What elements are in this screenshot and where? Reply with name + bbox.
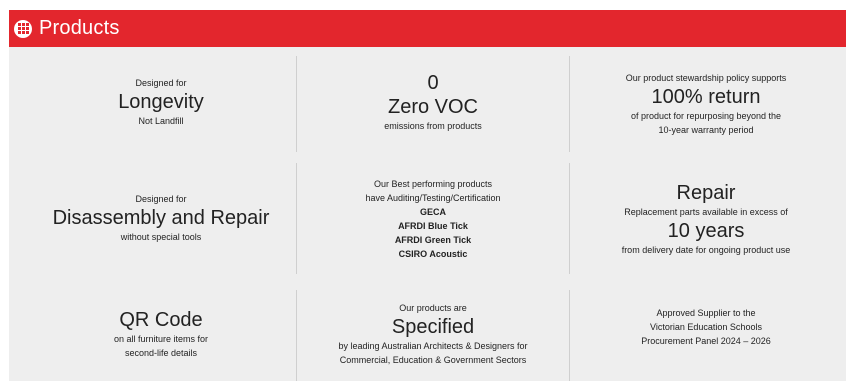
- feature-approved-supplier: Approved Supplier to the Victorian Educa…: [570, 304, 842, 350]
- feature-disassembly: Designed for Disassembly and Repair with…: [25, 186, 297, 250]
- feature-repair: Repair Replacement parts available in ex…: [570, 176, 842, 262]
- feature-pre: Designed for: [135, 194, 187, 204]
- feature-post: Commercial, Education & Government Secto…: [339, 355, 527, 365]
- feature-line: Approved Supplier to the: [656, 308, 756, 318]
- feature-post: emissions from products: [384, 121, 482, 131]
- feature-line: have Auditing/Testing/Certification: [365, 193, 501, 203]
- feature-pre: Our product stewardship policy supports: [625, 73, 787, 83]
- feature-title: Zero VOC: [387, 96, 479, 118]
- feature-number: 0: [427, 72, 439, 94]
- certification-afrdi-green: AFRDI Green Tick: [394, 235, 472, 245]
- feature-line: Victorian Education Schools: [650, 322, 762, 332]
- page-title: Products: [39, 17, 120, 39]
- feature-title: QR Code: [119, 309, 203, 331]
- certification-afrdi-blue: AFRDI Blue Tick: [398, 221, 468, 231]
- feature-title: Disassembly and Repair: [52, 207, 270, 229]
- feature-mid: Replacement parts available in excess of: [624, 207, 788, 217]
- feature-longevity: Designed for Longevity Not Landfill: [25, 68, 297, 136]
- feature-post: 10-year warranty period: [658, 125, 754, 135]
- certification-geca: GECA: [419, 207, 446, 217]
- feature-100-return: Our product stewardship policy supports …: [570, 65, 842, 143]
- feature-line: Our Best performing products: [373, 179, 493, 189]
- feature-pre: Designed for: [135, 78, 187, 88]
- feature-title: Longevity: [118, 91, 204, 113]
- feature-post: Not Landfill: [138, 116, 184, 126]
- feature-qr-code: QR Code on all furniture items for secon…: [25, 306, 297, 362]
- feature-zero-voc: 0 Zero VOC emissions from products: [297, 68, 569, 136]
- feature-post: of product for repurposing beyond the: [630, 111, 782, 121]
- feature-title: 10 years: [667, 220, 745, 242]
- feature-post: by leading Australian Architects & Desig…: [338, 341, 528, 351]
- grid-icon: [14, 19, 32, 38]
- feature-post: second-life details: [124, 348, 198, 358]
- feature-post: without special tools: [120, 232, 202, 242]
- products-header: Products: [9, 10, 846, 47]
- feature-certification: Our Best performing products have Auditi…: [297, 174, 569, 264]
- products-panel: Products Designed for Longevity Not Land…: [9, 10, 846, 381]
- feature-line: Procurement Panel 2024 – 2026: [641, 336, 771, 346]
- feature-title: Specified: [391, 316, 475, 338]
- feature-post: from delivery date for ongoing product u…: [621, 245, 791, 255]
- feature-title: 100% return: [651, 86, 761, 108]
- certification-csiro: CSIRO Acoustic: [398, 249, 468, 259]
- feature-post: on all furniture items for: [113, 334, 209, 344]
- feature-title: Repair: [676, 182, 736, 204]
- feature-pre: Our products are: [399, 303, 467, 313]
- feature-specified: Our products are Specified by leading Au…: [297, 298, 569, 370]
